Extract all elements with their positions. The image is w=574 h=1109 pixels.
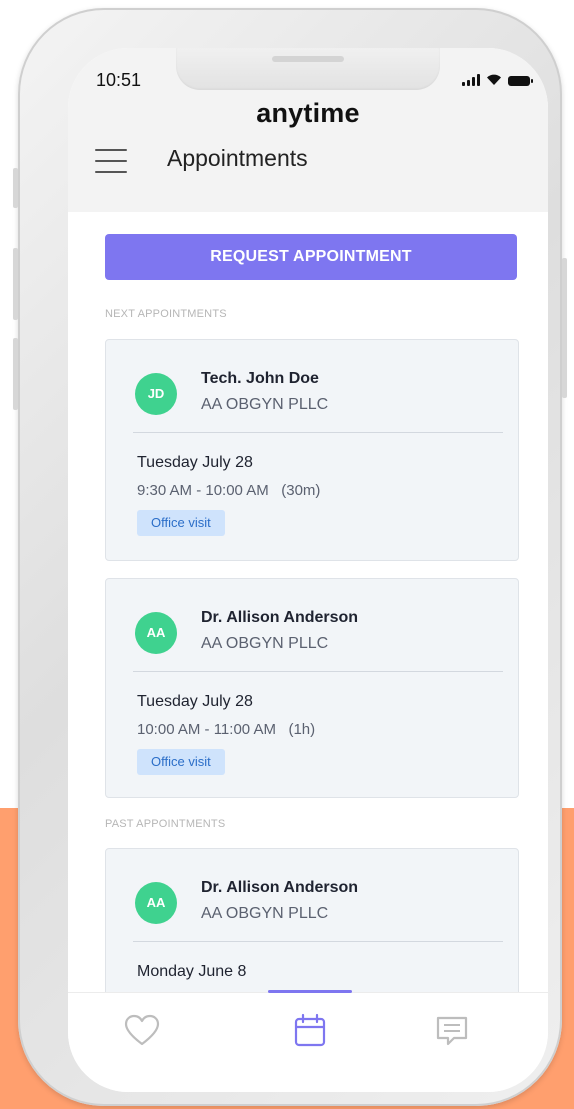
bottom-tab-bar [68, 990, 548, 1092]
brand-logo: anytime [256, 98, 360, 128]
request-appointment-button[interactable]: REQUEST APPOINTMENT [105, 234, 517, 280]
visit-type-badge: Office visit [137, 749, 225, 775]
appointment-date: Tuesday July 28 [137, 454, 253, 471]
signal-icon [462, 74, 480, 86]
card-divider [133, 941, 503, 942]
phone-screen: 10:51 anytime Appointments REQUEST APPOI… [68, 48, 548, 1092]
provider-name: Tech. John Doe [201, 370, 319, 387]
speaker-grille [272, 56, 344, 62]
phone-volume-down [13, 338, 18, 410]
provider-name: Dr. Allison Anderson [201, 609, 359, 626]
active-tab-indicator [268, 990, 352, 993]
appointment-card[interactable]: AA Dr. Allison Anderson AA OBGYN PLLC Tu… [105, 578, 519, 798]
phone-volume-up [13, 248, 18, 320]
status-time: 10:51 [96, 70, 142, 90]
next-appointments-label: NEXT APPOINTMENTS [105, 308, 227, 320]
appointments-list: REQUEST APPOINTMENT NEXT APPOINTMENTS JD… [68, 212, 548, 1070]
practice-name: AA OBGYN PLLC [201, 635, 329, 652]
phone-mute-switch [13, 168, 18, 208]
appointment-time: 10:00 AM - 11:00 AM (1h) [137, 721, 316, 738]
phone-frame: 10:51 anytime Appointments REQUEST APPOI… [13, 8, 567, 1106]
heart-icon[interactable] [122, 1011, 162, 1051]
visit-type-badge: Office visit [137, 510, 225, 536]
avatar: JD [135, 373, 177, 415]
status-icons [462, 72, 533, 86]
app-header: 10:51 anytime Appointments [68, 48, 548, 212]
notch [176, 48, 440, 90]
phone-power-button [562, 258, 567, 398]
avatar: AA [135, 612, 177, 654]
appointment-date: Tuesday July 28 [137, 693, 253, 710]
calendar-icon[interactable] [290, 1011, 330, 1051]
practice-name: AA OBGYN PLLC [201, 905, 329, 922]
provider-name: Dr. Allison Anderson [201, 879, 359, 896]
past-appointments-label: PAST APPOINTMENTS [105, 818, 226, 830]
page-title: Appointments [167, 145, 308, 171]
practice-name: AA OBGYN PLLC [201, 396, 329, 413]
appointment-date: Monday June 8 [137, 963, 247, 980]
avatar: AA [135, 882, 177, 924]
hamburger-menu-icon[interactable] [95, 149, 127, 173]
battery-icon [508, 76, 533, 86]
message-icon[interactable] [432, 1011, 472, 1051]
card-divider [133, 671, 503, 672]
wifi-icon [487, 74, 501, 85]
appointment-card[interactable]: JD Tech. John Doe AA OBGYN PLLC Tuesday … [105, 339, 519, 561]
card-divider [133, 432, 503, 433]
appointment-time: 9:30 AM - 10:00 AM (30m) [137, 482, 321, 499]
